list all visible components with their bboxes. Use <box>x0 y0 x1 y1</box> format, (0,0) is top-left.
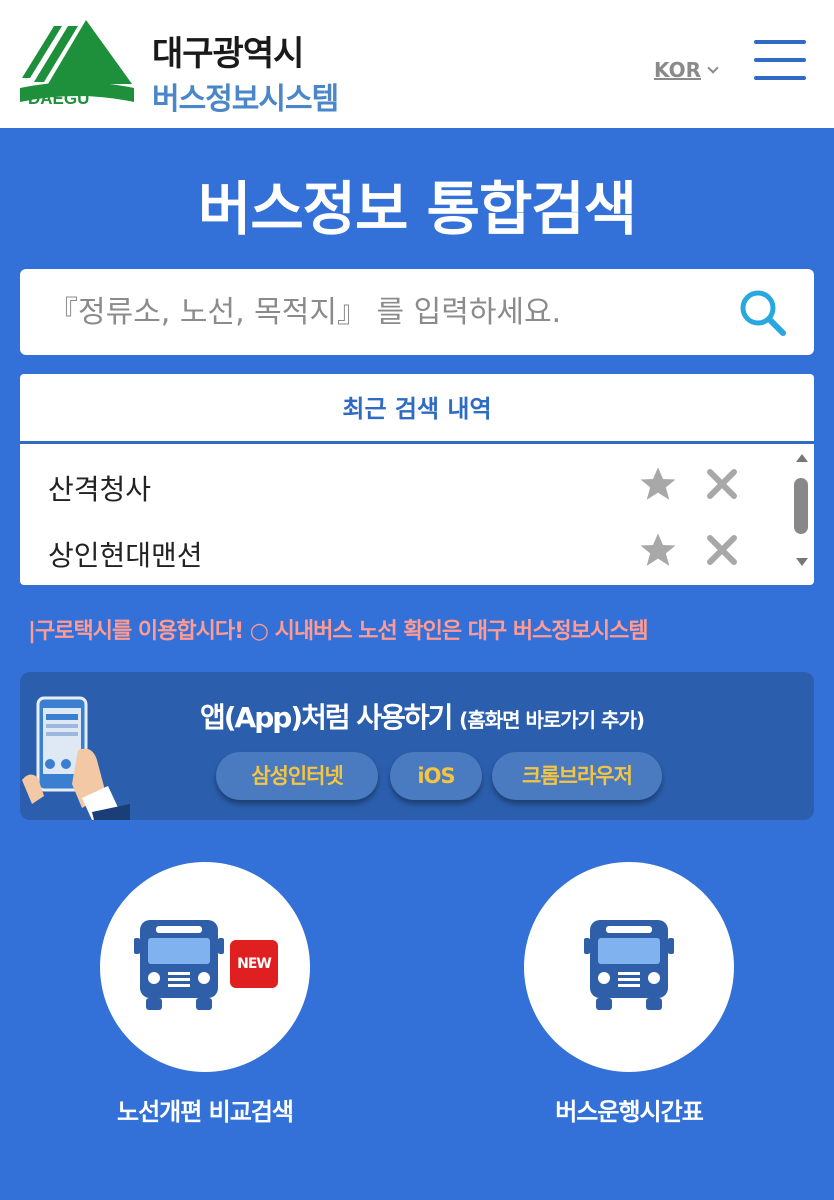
recent-item-name[interactable]: 산격청사 <box>48 468 151 508</box>
hamburger-menu-icon <box>754 40 806 44</box>
recent-scrollbar[interactable] <box>792 454 810 578</box>
daegu-logo-icon: DAEGU <box>20 20 134 108</box>
delete-button[interactable] <box>704 532 740 572</box>
route-reform-compare-label[interactable]: 노선개편 비교검색 <box>60 1092 350 1127</box>
scroll-down-arrow-icon[interactable] <box>796 558 808 566</box>
scroll-thumb[interactable] <box>794 478 808 534</box>
favorite-button[interactable] <box>638 464 678 508</box>
ios-button[interactable]: iOS <box>390 752 482 800</box>
header: DAEGU 대구광역시 버스정보시스템 KOR <box>0 0 834 128</box>
banner-title: 앱(App)처럼 사용하기 (홈화면 바로가기 추가) <box>200 696 645 736</box>
star-icon <box>640 467 676 500</box>
banner-title-note: (홈화면 바로가기 추가) <box>459 708 645 732</box>
recent-item[interactable]: 산격청사 <box>20 452 790 518</box>
bus-timetable-button[interactable] <box>524 862 734 1072</box>
chrome-browser-button[interactable]: 크롬브라우저 <box>492 752 662 800</box>
bus-timetable-label[interactable]: 버스운행시간표 <box>484 1092 774 1127</box>
language-label: KOR <box>654 58 702 82</box>
page-title: 버스정보 통합검색 <box>197 175 637 243</box>
recent-item-name[interactable]: 상인현대맨션 <box>48 534 203 574</box>
favorite-button[interactable] <box>638 530 678 574</box>
menu-button[interactable] <box>754 40 806 82</box>
recent-search-panel: 최근 검색 내역 산격청사 상인현대맨션 <box>20 374 814 585</box>
search-icon <box>740 290 786 336</box>
scroll-up-arrow-icon[interactable] <box>796 454 808 462</box>
banner-title-main: 앱(App)처럼 사용하기 <box>200 701 453 734</box>
phone-hand-icon <box>22 696 130 820</box>
chevron-down-icon <box>707 62 719 74</box>
close-icon <box>707 535 737 565</box>
brand-title: 대구광역시 <box>152 34 304 74</box>
close-icon <box>707 469 737 499</box>
recent-item[interactable]: 상인현대맨션 <box>20 518 790 584</box>
notice-ticker[interactable]: |구로택시를 이용합시다! ○ 시내버스 노선 확인은 대구 버스정보시스템 <box>28 613 828 645</box>
route-reform-compare-button[interactable]: NEW <box>100 862 310 1072</box>
recent-search-title: 최근 검색 내역 <box>20 374 814 444</box>
bus-icon <box>584 920 674 1010</box>
language-selector[interactable]: KOR <box>654 58 719 82</box>
phone-hand-illustration <box>20 694 130 820</box>
delete-button[interactable] <box>704 466 740 506</box>
new-badge: NEW <box>230 940 278 988</box>
samsung-internet-button[interactable]: 삼성인터넷 <box>216 752 378 800</box>
search-button[interactable] <box>738 288 788 342</box>
brand-subtitle: 버스정보시스템 <box>152 82 339 117</box>
app-install-banner: 앱(App)처럼 사용하기 (홈화면 바로가기 추가) 삼성인터넷 iOS 크롬… <box>20 672 814 820</box>
star-icon <box>640 533 676 566</box>
bus-icon <box>134 920 224 1010</box>
search-input[interactable] <box>48 289 728 335</box>
daegu-logo[interactable]: DAEGU <box>20 18 136 108</box>
logo-text: DAEGU <box>28 89 89 108</box>
search-box <box>20 269 814 355</box>
